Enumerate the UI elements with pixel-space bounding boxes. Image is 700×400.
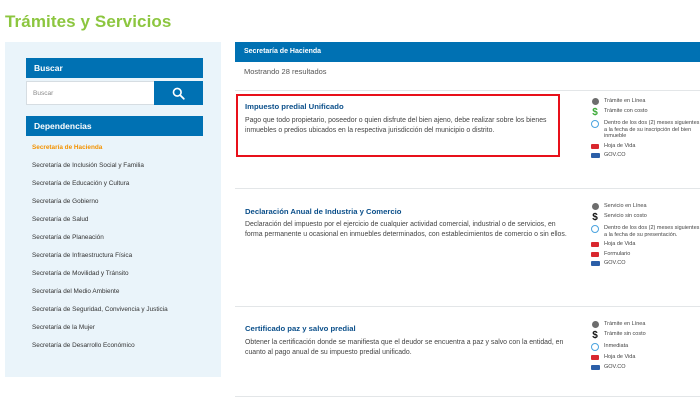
results-header: Secretaría de Hacienda: [235, 42, 700, 62]
meta-row: Servicio en Línea: [590, 203, 700, 210]
card-title[interactable]: Certificado paz y salvo predial: [245, 324, 356, 333]
sidebar-item-planeacion[interactable]: Secretaría de Planeación: [5, 229, 221, 247]
dollar-icon: $: [592, 107, 598, 118]
meta-row[interactable]: GOV.CO: [590, 364, 700, 371]
search-input[interactable]: [26, 81, 155, 105]
sidebar-item-movilidad[interactable]: Secretaría de Movilidad y Tránsito: [5, 265, 221, 283]
gov-co-icon: [590, 152, 600, 159]
meta-row: Dentro de los dos (2) meses siguientes a…: [590, 225, 700, 238]
meta-row[interactable]: GOV.CO: [590, 260, 700, 267]
sidebar: Buscar Dependencias Secretaría de Hacien…: [5, 42, 221, 377]
card-title[interactable]: Declaración Anual de Industria y Comerci…: [245, 207, 402, 216]
dollar-icon: $: [592, 212, 598, 223]
card-description: Obtener la certificación donde se manifi…: [245, 339, 564, 356]
highlight-box: [236, 94, 560, 157]
globe-icon: [590, 321, 600, 328]
search-button[interactable]: [154, 81, 203, 105]
divider: [235, 306, 700, 307]
search-icon: [172, 87, 185, 100]
gov-co-icon: [590, 260, 600, 267]
sidebar-item-educacion[interactable]: Secretaría de Educación y Cultura: [5, 175, 221, 193]
clock-icon: [590, 343, 600, 351]
sidebar-item-gobierno[interactable]: Secretaría de Gobierno: [5, 193, 221, 211]
meta-row: $ Trámite sin costo: [590, 330, 700, 341]
pdf-icon: [590, 251, 600, 257]
divider: [235, 396, 700, 397]
meta-row[interactable]: Formulario: [590, 251, 700, 258]
sidebar-item-hacienda[interactable]: Secretaría de Hacienda: [5, 139, 221, 157]
meta-row[interactable]: Hoja de Vida: [590, 143, 700, 150]
card-meta: Trámite en Línea $ Trámite con costo Den…: [590, 98, 700, 162]
meta-row: $ Servicio sin costo: [590, 212, 700, 223]
sidebar-item-infraestructura[interactable]: Secretaría de Infraestructura Física: [5, 247, 221, 265]
card-meta: Trámite en Línea $ Trámite sin costo Inm…: [590, 321, 700, 373]
divider: [235, 188, 700, 189]
clock-icon: [590, 120, 600, 128]
meta-row[interactable]: GOV.CO: [590, 152, 700, 159]
globe-icon: [590, 98, 600, 105]
card-description: Declaración del impuesto por el ejercici…: [245, 221, 567, 238]
sidebar-item-medio-ambiente[interactable]: Secretaría del Medio Ambiente: [5, 283, 221, 301]
meta-row: $ Trámite con costo: [590, 107, 700, 118]
dependencies-list: Secretaría de Hacienda Secretaría de Inc…: [5, 139, 221, 355]
meta-row[interactable]: Hoja de Vida: [590, 354, 700, 361]
search-header: Buscar: [26, 58, 203, 78]
dependencies-header: Dependencias: [26, 116, 203, 136]
sidebar-item-mujer[interactable]: Secretaría de la Mujer: [5, 319, 221, 337]
pdf-icon: [590, 143, 600, 149]
clock-icon: [590, 225, 600, 233]
pdf-icon: [590, 354, 600, 360]
gov-co-icon: [590, 364, 600, 370]
meta-row: Trámite en Línea: [590, 321, 700, 328]
meta-row: Trámite en Línea: [590, 98, 700, 105]
page-title: Trámites y Servicios: [5, 12, 172, 31]
meta-row: Dentro de los dos (2) meses siguientes a…: [590, 120, 700, 140]
sidebar-item-seguridad[interactable]: Secretaría de Seguridad, Convivencia y J…: [5, 301, 221, 319]
globe-icon: [590, 203, 600, 210]
sidebar-item-salud[interactable]: Secretaría de Salud: [5, 211, 221, 229]
result-count: Mostrando 28 resultados: [244, 67, 327, 76]
meta-row[interactable]: Hoja de Vida: [590, 241, 700, 248]
divider: [235, 90, 700, 91]
dollar-icon: $: [592, 330, 598, 341]
meta-row: Inmediata: [590, 343, 700, 351]
sidebar-item-inclusion-social[interactable]: Secretaría de Inclusión Social y Familia: [5, 157, 221, 175]
pdf-icon: [590, 241, 600, 248]
sidebar-item-desarrollo-economico[interactable]: Secretaría de Desarrollo Económico: [5, 337, 221, 355]
card-meta: Servicio en Línea $ Servicio sin costo D…: [590, 203, 700, 270]
